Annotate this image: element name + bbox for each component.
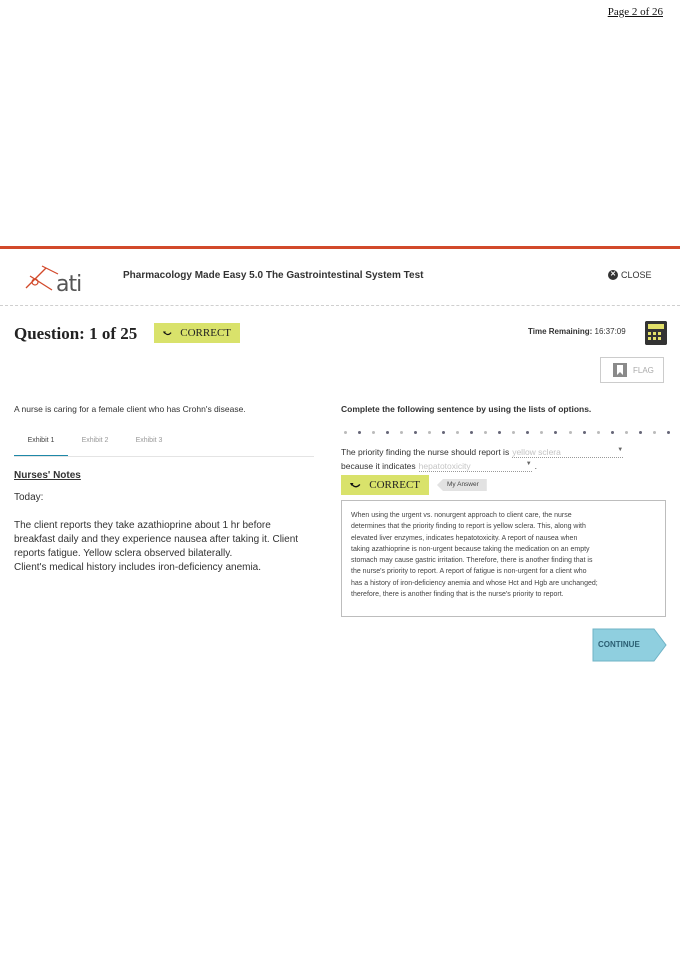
rationale-line: the nurse's priority to report. A report… [351,568,587,576]
continue-label: CONTINUE [598,640,640,649]
exhibit-tabs: Exhibit 1 Exhibit 2 Exhibit 3 [14,433,184,457]
instruction-text: Complete the following sentence by using… [341,404,592,414]
selected-option-1: yellow sclera [512,447,561,457]
tab-exhibit-1[interactable]: Exhibit 1 [14,433,68,457]
header-divider [0,305,680,306]
rationale-line: stomach may cause gastric irritation. Th… [351,557,593,565]
sentence-line-1: The priority finding the nurse should re… [341,447,624,458]
nurses-notes: The client reports they take azathioprin… [14,519,334,575]
undo-arrow-icon [350,482,361,487]
rationale-line: taking azathioprine is non-urgent becaus… [351,545,590,553]
answer-status-label: CORRECT [369,479,420,491]
sentence-part-1: The priority finding the nurse should re… [341,447,510,457]
notes-line: Client's medical history includes iron-d… [14,562,262,573]
bookmark-icon [613,363,627,377]
tab-exhibit-3[interactable]: Exhibit 3 [122,433,176,457]
close-icon: ✕ [608,270,618,280]
rationale-line: determines that the priority finding to … [351,523,586,531]
header-accent-bar [0,246,680,249]
rationale-line: When using the urgent vs. nonurgent appr… [351,512,572,519]
page-number: Page 2 of 26 [607,6,663,18]
notes-line: breakfast daily and they experience naus… [14,534,299,545]
notes-heading: Nurses' Notes [14,470,81,481]
sentence-part-2: because it indicates [341,461,416,471]
time-label: Time Remaining: [528,327,593,336]
question-stem: A nurse is caring for a female client wh… [14,404,246,414]
dropdown-arrow-icon: ▼ [617,447,624,453]
question-counter: Question: 1 of 25 [14,324,138,343]
answer-status-badge: CORRECT [341,475,429,495]
sentence-line-2: because it indicates hepatotoxicity ▼ . [341,461,537,472]
my-answer-tag: My Answer [437,479,487,491]
flag-button[interactable]: FLAG [600,357,664,383]
rationale-line: elevated liver enzymes, indicates hepato… [351,534,578,542]
rationale-line: therefore, there is another finding that… [351,591,564,599]
undo-arrow-icon [163,330,172,335]
close-label: CLOSE [621,270,652,280]
dropdown-arrow-icon: ▼ [525,461,532,467]
flag-label: FLAG [633,365,654,375]
dotted-separator [344,429,670,435]
close-button[interactable]: ✕ CLOSE [608,270,652,280]
selected-option-2: hepatotoxicity [418,461,471,471]
notes-line: reports fatigue. Yellow sclera observed … [14,548,233,559]
tabs-divider [14,456,314,457]
tab-exhibit-2[interactable]: Exhibit 2 [68,433,122,457]
status-label: CORRECT [180,327,231,339]
time-remaining: Time Remaining: 16:37:09 [528,327,626,336]
test-title: Pharmacology Made Easy 5.0 The Gastroint… [123,270,424,281]
calculator-icon[interactable] [645,321,667,345]
logo-text: ati [56,272,82,297]
notes-line: The client reports they take azathioprin… [14,520,271,531]
status-badge: CORRECT [154,323,240,343]
time-value: 16:37:09 [594,327,626,336]
rationale-line: has a history of iron-deficiency anemia … [351,579,598,587]
notes-date: Today: [14,492,44,503]
option-select-2[interactable]: hepatotoxicity ▼ [418,461,532,472]
sentence-end: . [534,461,538,471]
option-select-1[interactable]: yellow sclera ▼ [512,447,624,458]
rationale-box: When using the urgent vs. nonurgent appr… [341,500,666,617]
